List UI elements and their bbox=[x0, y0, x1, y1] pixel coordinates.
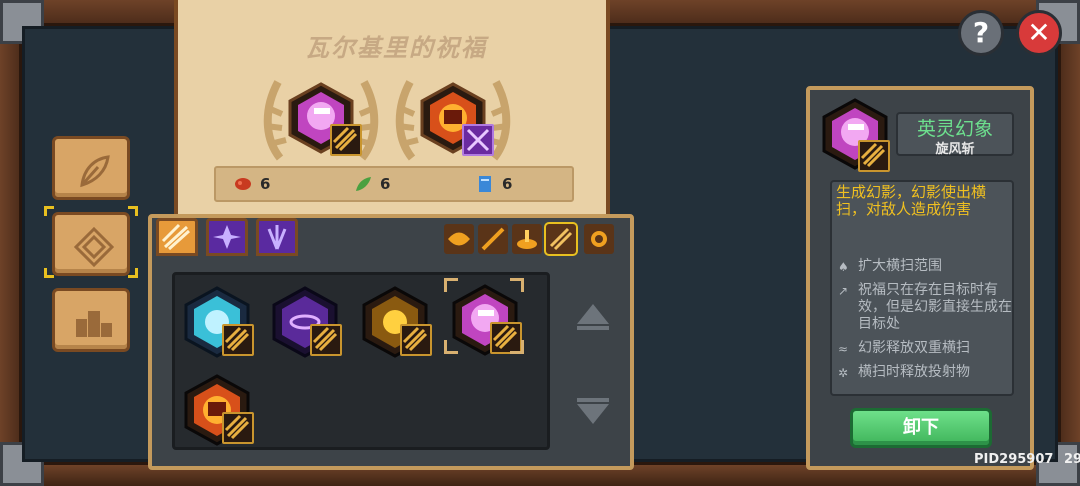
book-icon bbox=[479, 176, 491, 192]
selection-corner bbox=[510, 278, 524, 292]
filter-ground[interactable] bbox=[512, 224, 542, 254]
wave-icon: ≈ bbox=[838, 342, 849, 356]
slash-badge-icon bbox=[330, 124, 362, 156]
slash-badge-icon bbox=[400, 324, 432, 356]
skill-description: 生成幻影，幻影使出横扫，对敌人造成伤害 bbox=[836, 183, 987, 218]
filter-spear[interactable] bbox=[478, 224, 508, 254]
scroll-up-icon[interactable] bbox=[577, 304, 609, 324]
filter-dash[interactable] bbox=[444, 224, 474, 254]
tab-aura[interactable] bbox=[256, 218, 298, 256]
scroll-title: 瓦尔基里的祝福 bbox=[305, 34, 487, 62]
perk-text: 祝福只在存在目标时有效，但是幻影直接生成在目标处 bbox=[858, 282, 1012, 332]
cost-leaf-value: 6 bbox=[380, 175, 391, 193]
leaf-icon bbox=[356, 177, 371, 191]
filter-slash[interactable] bbox=[544, 222, 578, 256]
side-tab-podium[interactable] bbox=[52, 288, 130, 352]
gear-icon: ✲ bbox=[838, 366, 849, 380]
tab-star[interactable] bbox=[206, 218, 248, 256]
meat-icon bbox=[235, 178, 251, 190]
tree-icon: ♠ bbox=[838, 260, 849, 274]
tab-sword[interactable] bbox=[156, 218, 198, 256]
skill-name: 英灵幻象 bbox=[916, 118, 993, 140]
selection-corner bbox=[444, 340, 458, 354]
dash-icon bbox=[448, 232, 470, 246]
frame-right bbox=[1058, 0, 1080, 486]
cost-book-value: 6 bbox=[502, 175, 513, 193]
arrow-icon: ↗ bbox=[838, 284, 849, 298]
selection-corner bbox=[128, 206, 138, 216]
slash-badge-icon bbox=[222, 324, 254, 356]
perk-text: 横扫时释放投射物 bbox=[858, 364, 970, 380]
slash-badge-icon bbox=[222, 412, 254, 444]
close-icon: ✕ bbox=[1027, 16, 1051, 49]
slash-icon bbox=[549, 227, 573, 251]
player-id: PID295907 29 bbox=[974, 452, 1080, 467]
help-button[interactable]: ? bbox=[958, 10, 1004, 56]
pid-text: PID295907 bbox=[974, 452, 1054, 467]
ground-icon bbox=[517, 230, 537, 249]
cross-badge-icon bbox=[462, 124, 494, 156]
feather-icon bbox=[80, 155, 110, 188]
perk-text: 幻影释放双重横扫 bbox=[858, 340, 970, 356]
selection-corner bbox=[510, 340, 524, 354]
perk-text: 扩大横扫范围 bbox=[858, 258, 942, 274]
selection-corner bbox=[444, 278, 458, 292]
spear-icon bbox=[481, 227, 505, 251]
scroll-down-bar bbox=[577, 398, 609, 402]
side-tab-feather[interactable] bbox=[52, 136, 130, 200]
skill-subname: 旋风斩 bbox=[935, 142, 975, 157]
question-icon: ? bbox=[972, 16, 990, 49]
unequip-button[interactable]: 卸下 bbox=[850, 408, 992, 448]
selection-corner bbox=[44, 206, 54, 216]
side-tab-diamond[interactable] bbox=[52, 212, 130, 276]
slash-badge-icon bbox=[858, 140, 890, 172]
aura-icon bbox=[267, 225, 287, 250]
frame-left bbox=[0, 0, 22, 486]
blessing-scroll: 瓦尔基里的祝福 6 6 6 bbox=[174, 0, 610, 222]
close-button[interactable]: ✕ bbox=[1016, 10, 1062, 56]
star-icon bbox=[213, 225, 241, 249]
diamond-icon bbox=[74, 227, 114, 267]
scroll-down-icon[interactable] bbox=[577, 404, 609, 424]
scroll-up-bar bbox=[577, 326, 609, 330]
podium-icon bbox=[76, 311, 112, 337]
sword-icon bbox=[161, 223, 191, 251]
selection-corner bbox=[44, 268, 54, 278]
cost-meat-value: 6 bbox=[260, 175, 271, 193]
burst-icon bbox=[591, 231, 607, 247]
filter-burst[interactable] bbox=[584, 224, 614, 254]
slash-badge-icon bbox=[310, 324, 342, 356]
pid-number: 29 bbox=[1063, 452, 1080, 467]
selection-corner bbox=[128, 268, 138, 278]
